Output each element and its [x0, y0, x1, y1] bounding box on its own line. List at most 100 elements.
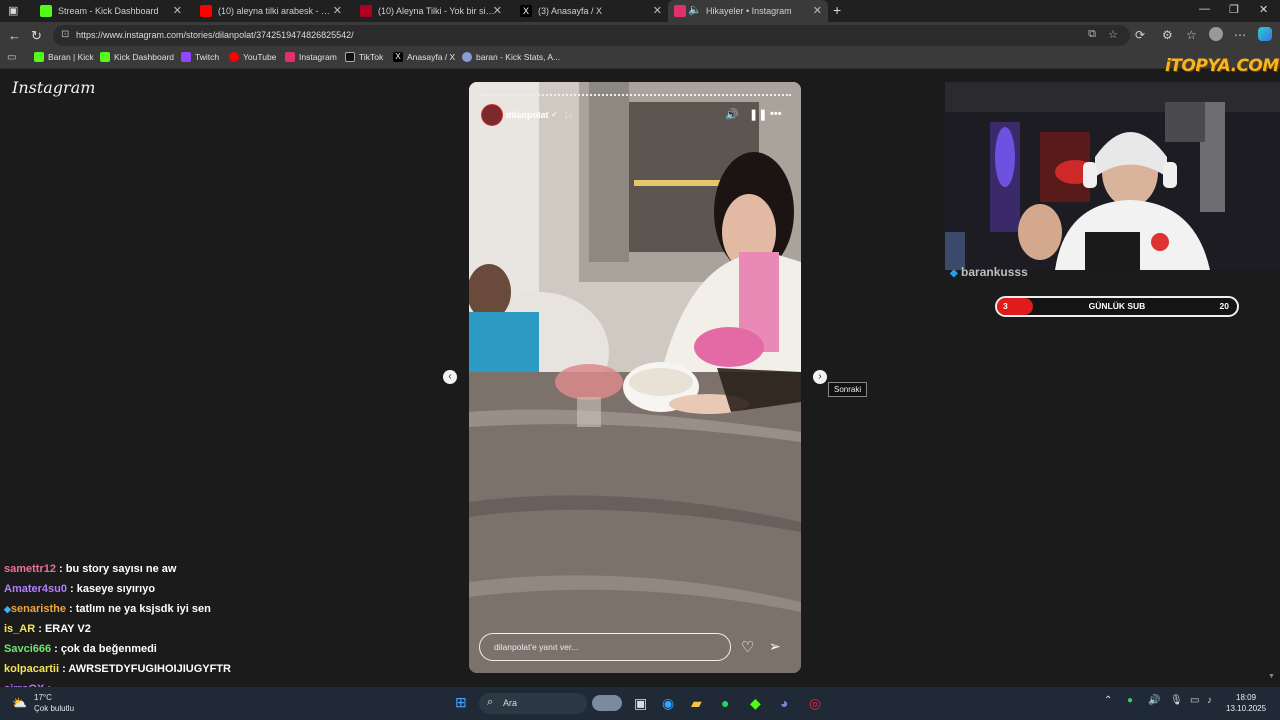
- speaker-tray-icon[interactable]: 🔊: [1148, 695, 1160, 706]
- story-video-frame: [469, 82, 801, 673]
- tab-kick-dashboard[interactable]: Stream - Kick Dashboard ✕: [28, 0, 188, 22]
- bookmark-label: Anasayfa / X: [407, 52, 456, 62]
- tab-youtube-arabesk[interactable]: (10) aleyna tilki arabesk - YouTube ✕: [188, 0, 348, 22]
- tab-actions-icon[interactable]: ▣: [8, 4, 18, 17]
- twitch-icon: [181, 52, 191, 62]
- minimize-icon[interactable]: —: [1199, 3, 1210, 15]
- bookmark-tiktok[interactable]: TikTok: [345, 52, 383, 62]
- profile-avatar[interactable]: [1209, 27, 1223, 41]
- bookmark-x[interactable]: X Anasayfa / X: [393, 52, 455, 62]
- microphone-icon[interactable]: 🎙: [1170, 695, 1183, 706]
- chat-message: ◆senaristhe : tatlım ne ya ksjsdk iyi se…: [4, 603, 444, 623]
- tab-label: Hikayeler • Instagram: [706, 6, 792, 16]
- story-reply-input[interactable]: dilanpolat'e yanıt ver...: [479, 633, 731, 661]
- maximize-icon[interactable]: ❐: [1229, 3, 1239, 16]
- windows-taskbar: ⛅ 17°C Çok bulutlu ⊞ ⌕ Ara ▣ ◉ ▰ ● ◆ ◕ ◎…: [0, 687, 1280, 720]
- sub-goal-target: 20: [1219, 301, 1229, 311]
- bookmark-instagram[interactable]: Instagram: [285, 52, 337, 62]
- more-options-icon[interactable]: •••: [770, 108, 782, 120]
- volume-tray-icon[interactable]: ♪: [1207, 695, 1212, 706]
- edge-icon[interactable]: ◉: [662, 695, 674, 712]
- streamer-name-text: barankusss: [961, 265, 1028, 279]
- favorites-icon[interactable]: ☆: [1186, 28, 1197, 42]
- kick-icon: [34, 52, 44, 62]
- instagram-logo[interactable]: Instagram: [12, 78, 95, 97]
- story-viewer[interactable]: dilanpolat ✔ 1s 🔊 ❚❚ ••• dilanpolat'e ya…: [469, 82, 801, 673]
- favorite-star-icon[interactable]: ☆: [1108, 28, 1118, 41]
- back-icon[interactable]: ←: [8, 28, 21, 43]
- tab-x-home[interactable]: X (3) Anasayfa / X ✕: [508, 0, 668, 22]
- next-tooltip: Sonraki: [828, 382, 868, 397]
- pause-icon[interactable]: ❚❚: [749, 108, 767, 121]
- extension-icon[interactable]: ⟳: [1135, 28, 1145, 42]
- tiktok-icon: [345, 52, 355, 62]
- windows-start-icon[interactable]: ⊞: [455, 694, 467, 711]
- chat-text: : bu story sayısı ne aw: [59, 563, 177, 575]
- bookmark-youtube[interactable]: YouTube: [229, 52, 276, 62]
- chat-message: kolpacartii : AWRSETDYFUGIHOIJIUGYFTR: [4, 663, 444, 683]
- tab-instagram-stories[interactable]: 🔈 Hikayeler • Instagram ✕: [668, 0, 828, 22]
- sidebar-toggle-icon[interactable]: ▭: [7, 52, 16, 63]
- reader-icon[interactable]: ⧉: [1088, 28, 1096, 41]
- x-icon: X: [520, 5, 532, 17]
- bookmark-twitch[interactable]: Twitch: [181, 52, 219, 62]
- bookmark-kick-stats[interactable]: baran - Kick Stats, A...: [462, 52, 560, 62]
- itopya-logo: iTOPYA.COM: [1165, 56, 1279, 76]
- kick-app-icon[interactable]: ◆: [750, 695, 761, 712]
- address-bar-row: ← ↻ ⊡ https://www.instagram.com/stories/…: [0, 22, 1280, 49]
- tab-label: (10) Aleyna Tilki - Yok bir sitemim: [378, 6, 496, 16]
- new-tab-button[interactable]: +: [833, 2, 841, 18]
- copilot-icon[interactable]: [1258, 27, 1272, 41]
- obs-icon[interactable]: ◎: [809, 695, 821, 712]
- close-icon[interactable]: ✕: [173, 4, 182, 17]
- bookmark-label: TikTok: [359, 52, 384, 62]
- widget-highlight-icon[interactable]: [592, 695, 622, 711]
- more-menu-icon[interactable]: ⋯: [1234, 28, 1246, 42]
- chat-message: Savci666 : çok da beğenmedi: [4, 643, 444, 663]
- spotify-icon[interactable]: ●: [721, 695, 729, 711]
- tray-overflow-icon[interactable]: ⌃: [1104, 695, 1112, 706]
- close-icon[interactable]: ✕: [493, 4, 502, 17]
- story-time: 1s: [564, 111, 573, 120]
- like-heart-icon[interactable]: ♡: [741, 638, 754, 656]
- chat-text: : tatlım ne ya ksjsdk iyi sen: [69, 603, 211, 615]
- close-icon[interactable]: ✕: [653, 4, 662, 17]
- tray-app-icon[interactable]: ●: [1127, 695, 1133, 706]
- refresh-icon[interactable]: ↻: [31, 28, 42, 44]
- taskbar-search[interactable]: ⌕ Ara: [479, 693, 587, 714]
- file-explorer-icon[interactable]: ▰: [691, 695, 702, 712]
- volume-icon[interactable]: 🔊: [725, 108, 739, 121]
- twitter-bird-icon: ◆: [950, 268, 958, 279]
- search-icon: ⌕: [487, 696, 494, 708]
- story-username[interactable]: dilanpolat: [506, 110, 549, 120]
- speaker-icon[interactable]: 🔈: [688, 3, 702, 16]
- close-icon[interactable]: ✕: [333, 4, 342, 17]
- chat-username: kolpacartii: [4, 663, 60, 675]
- tab-youtube-sitemim[interactable]: (10) Aleyna Tilki - Yok bir sitemim ✕: [348, 0, 508, 22]
- reply-placeholder: dilanpolat'e yanıt ver...: [494, 642, 579, 652]
- close-icon[interactable]: ✕: [813, 4, 822, 17]
- avatar[interactable]: [481, 104, 503, 126]
- display-icon[interactable]: ▭: [1190, 695, 1199, 706]
- split-screen-icon[interactable]: ⚙: [1162, 28, 1173, 42]
- discord-icon[interactable]: ◕: [780, 695, 788, 711]
- close-window-icon[interactable]: ✕: [1259, 3, 1268, 16]
- taskbar-clock[interactable]: 18:09 13.10.2025: [1226, 693, 1266, 713]
- chat-badge-icon: ◆: [4, 604, 11, 614]
- chat-text: : AWRSETDYFUGIHOIJIUGYFTR: [62, 663, 231, 675]
- send-message-icon[interactable]: ➢: [769, 638, 781, 655]
- bookmark-baran-kick[interactable]: Baran | Kick: [34, 52, 94, 62]
- chat-message: samettr12 : bu story sayısı ne aw: [4, 563, 444, 583]
- bookmark-label: Kick Dashboard: [114, 52, 175, 62]
- url-field[interactable]: ⊡ https://www.instagram.com/stories/dila…: [53, 25, 1130, 46]
- tab-label: Stream - Kick Dashboard: [58, 6, 159, 16]
- task-view-icon[interactable]: ▣: [634, 695, 647, 712]
- bookmarks-bar: ▭ Baran | Kick Kick Dashboard Twitch You…: [0, 49, 1280, 69]
- next-story-button[interactable]: ›: [813, 370, 827, 384]
- site-info-icon[interactable]: ⊡: [61, 29, 69, 40]
- scroll-down-arrow[interactable]: ▼: [1268, 673, 1275, 680]
- kick-icon: [40, 5, 52, 17]
- tab-label: (3) Anasayfa / X: [538, 6, 603, 16]
- previous-story-button[interactable]: ‹: [443, 370, 457, 384]
- bookmark-kick-dashboard[interactable]: Kick Dashboard: [100, 52, 174, 62]
